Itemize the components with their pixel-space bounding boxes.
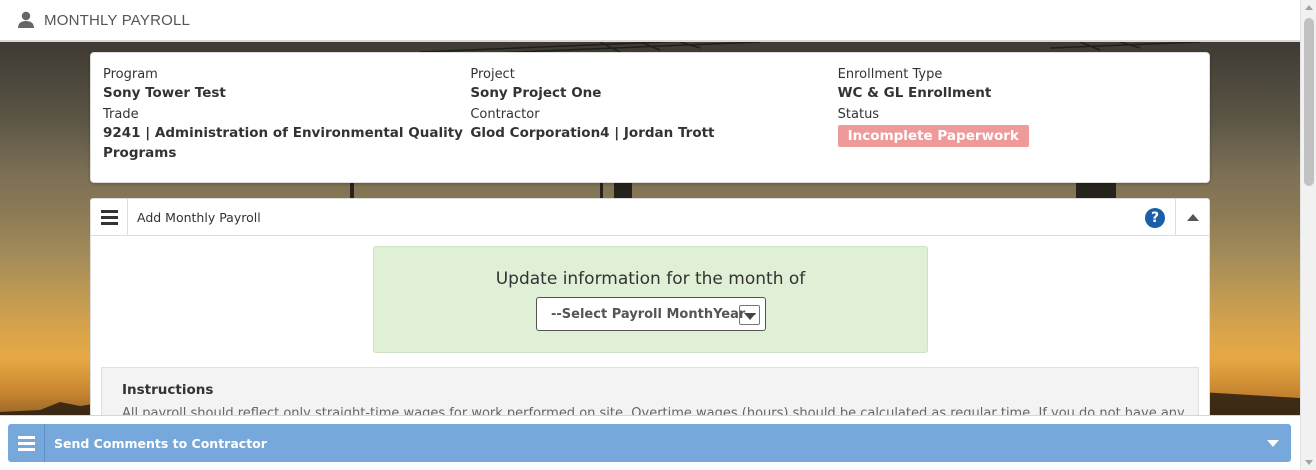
page-header: MONTHLY PAYROLL <box>0 0 1300 42</box>
user-icon <box>18 11 34 28</box>
project-value: Sony Project One <box>470 85 602 101</box>
send-comments-title: Send Comments to Contractor <box>54 435 267 451</box>
question-circle-icon[interactable]: ? <box>1145 208 1165 228</box>
month-selection-box: Update information for the month of --Se… <box>373 246 928 353</box>
panel-title: Add Monthly Payroll <box>137 209 261 225</box>
project-label: Project <box>470 67 515 82</box>
payroll-month-select-value: --Select Payroll MonthYear-- <box>551 306 757 322</box>
info-column-program: Program Sony Tower Test Trade 9241 | Adm… <box>103 67 470 168</box>
menu-icon[interactable] <box>8 424 45 462</box>
scrollbar-thumb[interactable] <box>1304 18 1314 186</box>
send-comments-bar[interactable]: Send Comments to Contractor <box>8 424 1291 462</box>
month-prompt: Update information for the month of <box>495 269 806 289</box>
trade-value: 9241 | Administration of Environmental Q… <box>103 125 463 161</box>
chevron-up-icon <box>1187 214 1199 221</box>
vertical-scrollbar[interactable] <box>1300 0 1316 470</box>
scroll-up-icon[interactable] <box>1305 5 1313 10</box>
instructions-title: Instructions <box>122 382 214 398</box>
dropdown-button[interactable] <box>739 305 760 325</box>
contractor-value: Glod Corporation4 | Jordan Trott <box>470 125 715 141</box>
program-label: Program <box>103 67 158 82</box>
add-monthly-payroll-panel: Add Monthly Payroll ? Update information… <box>90 198 1210 429</box>
trade-label: Trade <box>103 107 139 122</box>
info-column-project: Project Sony Project One Contractor Glod… <box>470 67 837 168</box>
enrollment-type-value: WC & GL Enrollment <box>837 85 992 101</box>
info-column-enrollment: Enrollment Type WC & GL Enrollment Statu… <box>837 67 1197 168</box>
enrollment-info-card: Program Sony Tower Test Trade 9241 | Adm… <box>90 52 1210 183</box>
status-badge: Incomplete Paperwork <box>837 125 1029 147</box>
panel-header: Add Monthly Payroll ? <box>91 198 1209 236</box>
menu-icon[interactable] <box>91 198 128 236</box>
page-title: MONTHLY PAYROLL <box>44 11 191 29</box>
scroll-down-icon[interactable] <box>1305 460 1313 465</box>
program-value: Sony Tower Test <box>103 85 226 101</box>
enrollment-type-label: Enrollment Type <box>837 67 943 82</box>
chevron-down-icon[interactable] <box>1267 440 1279 447</box>
collapse-panel-button[interactable] <box>1175 199 1209 236</box>
contractor-label: Contractor <box>470 107 540 122</box>
chevron-down-icon <box>744 313 756 320</box>
status-label: Status <box>837 107 880 122</box>
payroll-month-select[interactable]: --Select Payroll MonthYear-- <box>536 297 766 331</box>
